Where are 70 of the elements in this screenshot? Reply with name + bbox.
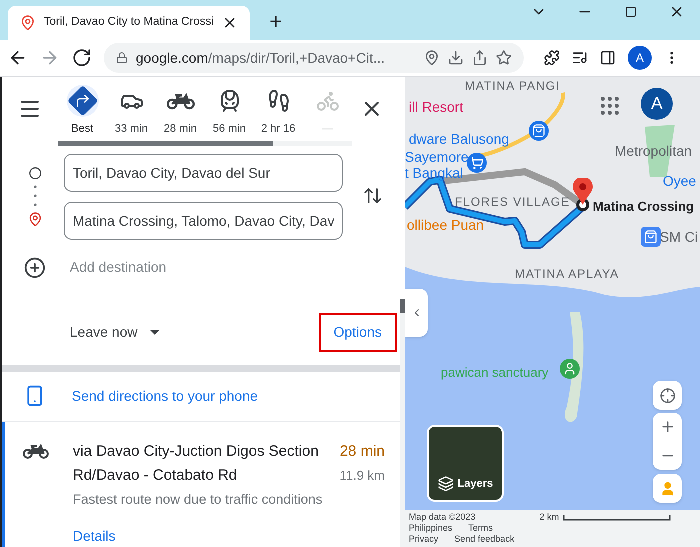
send-feedback-link[interactable]: Send feedback: [454, 534, 515, 545]
location-icon[interactable]: [424, 50, 440, 66]
swap-icon[interactable]: [363, 186, 383, 206]
layers-button[interactable]: Layers: [427, 425, 504, 502]
terms-link[interactable]: Terms: [468, 523, 494, 534]
details-link[interactable]: Details: [73, 526, 385, 547]
route-time: 28 min: [340, 442, 385, 462]
send-directions-link[interactable]: Send directions to your phone: [72, 386, 258, 407]
install-icon[interactable]: [448, 50, 464, 66]
add-destination-field[interactable]: Add destination: [70, 257, 330, 278]
browser-tab[interactable]: Toril, Davao City to Matina Crossi: [8, 6, 250, 40]
map-label: ill Resort: [409, 98, 464, 117]
share-icon[interactable]: [472, 50, 488, 66]
dotted-connector-icon: [34, 184, 36, 206]
tab-title: Toril, Davao City to Matina Crossi: [44, 15, 214, 30]
walking-icon: [266, 89, 290, 113]
reload-icon[interactable]: [72, 48, 92, 68]
media-icon[interactable]: [572, 50, 588, 66]
travel-mode-tab[interactable]: 28 min: [156, 85, 205, 138]
map-label: dware Balusong: [409, 130, 510, 149]
apps-icon[interactable]: [598, 94, 622, 118]
url-text: google.com/maps/dir/Toril,+Davao+Cit...: [136, 48, 386, 68]
route-title: via Davao City-Juction Digos Section Rd/Davao - Cotabato Rd: [73, 442, 319, 486]
destination-pin-icon: [28, 212, 42, 226]
map-label: FLORES VILLAGE: [455, 194, 570, 211]
my-location-button[interactable]: [653, 381, 682, 410]
travel-mode-tab[interactable]: 2 hr 16: [254, 85, 303, 138]
map-label: Matina Crossing: [593, 198, 694, 216]
caret-icon: [150, 330, 160, 334]
map-label: SM Ci: [660, 228, 698, 247]
map-label: pawican sanctuary: [441, 364, 549, 382]
route-note: Fastest route now due to traffic conditions: [73, 490, 324, 509]
options-button[interactable]: Options: [318, 312, 397, 352]
motorcycle-icon: [23, 442, 49, 459]
map-label: t Bangkal: [405, 165, 464, 183]
motorcycle-icon: [166, 91, 194, 111]
destination-marker-icon: [573, 178, 593, 205]
extensions-icon[interactable]: [544, 50, 560, 66]
leave-now-dropdown[interactable]: Leave now: [70, 322, 160, 342]
bicycle-icon: [316, 89, 340, 113]
map-label: MATINA APLAYA: [515, 266, 620, 283]
side-panel-icon[interactable]: [600, 50, 616, 66]
route-distance: 11.9 km: [340, 466, 385, 485]
location-target-icon: [660, 388, 676, 404]
travel-mode-tab[interactable]: Best: [58, 85, 107, 138]
map-label: Sayemore: [405, 148, 469, 167]
origin-field[interactable]: Toril, Davao City, Davao del Sur: [64, 154, 343, 192]
map-label: Oyee: [663, 172, 696, 191]
layers-icon: [438, 476, 454, 492]
lock-icon: [116, 52, 128, 64]
travel-mode-tab[interactable]: 56 min: [205, 85, 254, 138]
directions-icon: [74, 93, 90, 109]
bookmark-icon[interactable]: [496, 50, 512, 66]
scale-bar-icon: [563, 514, 672, 520]
new-tab-button[interactable]: +: [262, 8, 290, 36]
map-label: MATINA PANGI: [465, 78, 561, 95]
map-label: ollibee Puan: [407, 216, 484, 235]
map-label: Metropolitan: [615, 142, 692, 161]
profile-avatar[interactable]: A: [628, 46, 652, 70]
country-link[interactable]: Philippines: [409, 523, 453, 534]
address-bar[interactable]: google.com/maps/dir/Toril,+Davao+Cit...: [104, 43, 524, 73]
shopping-bag-icon: [641, 227, 661, 247]
scrollbar-thumb[interactable]: [400, 299, 405, 313]
add-icon[interactable]: [24, 256, 46, 278]
travel-mode-tab[interactable]: 33 min: [107, 85, 156, 138]
origin-circle-icon: [28, 166, 42, 180]
map-data-text: Map data ©2023: [409, 512, 476, 523]
scale-text: 2 km: [540, 512, 560, 523]
map-pin-icon: [20, 15, 36, 31]
privacy-link[interactable]: Privacy: [409, 534, 439, 545]
